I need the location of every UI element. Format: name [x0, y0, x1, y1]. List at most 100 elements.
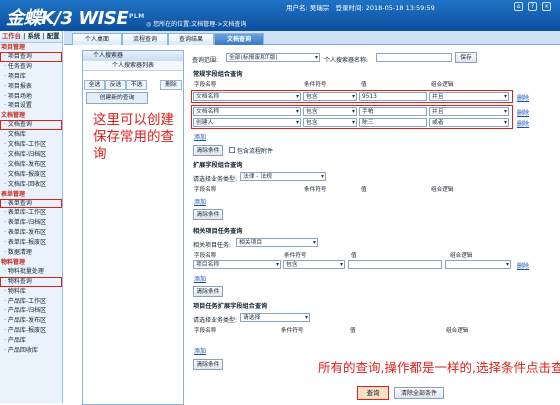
- attr-cond-select[interactable]: 包含: [303, 92, 357, 101]
- sidebar-item[interactable]: 文档库: [0, 130, 62, 140]
- deselect-button[interactable]: 不选: [126, 80, 147, 90]
- saved-search-title: 个人搜索器: [83, 51, 183, 61]
- sidebar-item[interactable]: 物料批量处理: [0, 267, 62, 277]
- search-button[interactable]: 查询: [357, 386, 389, 400]
- clear-all-button[interactable]: 清除全部条件: [394, 387, 444, 399]
- task-section-title: 项目任务扩展字段组合查询: [193, 303, 268, 310]
- attr-logic-select[interactable]: 并且: [429, 92, 509, 101]
- attr-field-select[interactable]: 文档名称: [193, 92, 301, 101]
- select-all-button[interactable]: 全选: [84, 80, 105, 90]
- sidebar-group[interactable]: 项目管理: [0, 43, 62, 52]
- scope-select[interactable]: 全部(标报废和T版): [226, 53, 320, 62]
- logout-icon[interactable]: ×: [542, 2, 551, 11]
- sidebar-item[interactable]: 项目库: [0, 72, 62, 82]
- sidebar-item[interactable]: 项目报表: [0, 82, 62, 92]
- attr-add-link[interactable]: 添加: [194, 132, 206, 141]
- task-clear-button[interactable]: 清除条件: [193, 359, 223, 370]
- scope-label: 查询范围:: [192, 57, 219, 64]
- save-button[interactable]: 保存: [455, 52, 477, 63]
- sidebar-tab-config[interactable]: 配置: [47, 33, 60, 40]
- attr-delete-link[interactable]: 删除: [517, 108, 529, 117]
- sidebar: 工作台 | 系统 | 配置 项目管理项目查询任务查询项目库项目报表项目场地项目设…: [0, 31, 63, 403]
- ext-type-select[interactable]: 法律 - 法规: [240, 172, 326, 181]
- sidebar-item[interactable]: 产品库-归档区: [0, 306, 62, 316]
- proj-value-input[interactable]: [348, 260, 442, 269]
- attr-delete-link[interactable]: 删除: [517, 119, 529, 128]
- sidebar-item[interactable]: 项目设置: [0, 101, 62, 111]
- tab-flow-query[interactable]: 流程查询: [122, 33, 168, 45]
- attr-delete-link[interactable]: 删除: [517, 93, 529, 102]
- proj-type-select[interactable]: 相关项目: [236, 238, 318, 247]
- sidebar-tab-system[interactable]: 系统: [28, 33, 41, 40]
- attr-cond-select[interactable]: 包含: [303, 107, 357, 116]
- ext-add-link[interactable]: 添加: [194, 197, 206, 206]
- tab-document-query[interactable]: 文档查询: [214, 33, 264, 45]
- task-add-link[interactable]: 添加: [194, 346, 206, 355]
- sidebar-group[interactable]: 物料管理: [0, 258, 62, 267]
- searcher-name-input[interactable]: [376, 53, 452, 62]
- breadcrumb-text: 您所在的位置:文档管理->文档查询: [153, 21, 247, 28]
- sidebar-item[interactable]: 表单查询: [0, 198, 62, 209]
- sidebar-item[interactable]: 文档查询: [0, 120, 62, 131]
- searcher-name-label: 个人搜索器名称:: [324, 57, 369, 64]
- attr-logic-select[interactable]: 并且: [429, 107, 509, 116]
- sidebar-item[interactable]: 产品库-报废区: [0, 326, 62, 336]
- annotation-search-instruction: 所有的查询,操作都是一样的,选择条件点击查询: [318, 360, 560, 375]
- sidebar-item[interactable]: 文档库-工作区: [0, 140, 62, 150]
- sidebar-group[interactable]: 表单管理: [0, 190, 62, 199]
- proj-section-title: 相关项目任务查询: [193, 228, 243, 235]
- breadcrumb: ◎ 您所在的位置:文档管理->文档查询: [146, 21, 247, 28]
- sidebar-item[interactable]: 表单库-报废区: [0, 238, 62, 248]
- attr-value-input[interactable]: 9513: [359, 92, 427, 101]
- proj-add-link[interactable]: 添加: [194, 274, 206, 283]
- sidebar-item[interactable]: 文档库-发布区: [0, 160, 62, 170]
- ext-col-val: 值: [361, 187, 367, 193]
- delete-saved-button[interactable]: 删除: [160, 80, 182, 90]
- invert-select-button[interactable]: 反选: [105, 80, 126, 90]
- attr-clear-button[interactable]: 清除条件: [193, 145, 223, 156]
- sidebar-item[interactable]: 文档库-归档区: [0, 150, 62, 160]
- include-flow-attachment-label: 包含流程附件: [237, 148, 274, 155]
- sidebar-tab-workbench[interactable]: 工作台: [2, 33, 21, 40]
- ext-clear-button[interactable]: 清除条件: [193, 209, 223, 220]
- attr-field-select[interactable]: 创建人: [193, 118, 301, 127]
- sidebar-item[interactable]: 物料查询: [0, 276, 62, 287]
- create-query-button[interactable]: 创建新的查询: [86, 92, 148, 104]
- attr-field-select[interactable]: 文档名称: [193, 107, 301, 116]
- sidebar-item[interactable]: 物料库: [0, 287, 62, 297]
- attr-cond-select[interactable]: 包含: [303, 118, 357, 127]
- proj-logic-select[interactable]: [445, 260, 511, 269]
- sidebar-group[interactable]: 文档管理: [0, 111, 62, 120]
- sidebar-item[interactable]: 任务查询: [0, 62, 62, 72]
- proj-field-select[interactable]: 项目名称: [193, 260, 281, 269]
- sidebar-item[interactable]: 产品库: [0, 336, 62, 346]
- sidebar-item[interactable]: 数据清理: [0, 248, 62, 258]
- proj-type-label: 相关项目任务:: [193, 242, 232, 249]
- attr-logic-select[interactable]: 或者: [429, 118, 509, 127]
- sidebar-item[interactable]: 表单库-归档区: [0, 218, 62, 228]
- home-icon[interactable]: ⌂: [514, 2, 523, 11]
- proj-clear-button[interactable]: 清除条件: [193, 286, 223, 297]
- sidebar-item[interactable]: 文档库-回收区: [0, 180, 62, 190]
- sidebar-item[interactable]: 项目查询: [0, 52, 62, 62]
- proj-col-cond: 条件符号: [284, 253, 307, 259]
- sidebar-item[interactable]: 项目场地: [0, 92, 62, 102]
- proj-col-field: 字段名称: [194, 253, 217, 259]
- sidebar-item[interactable]: 表单库-工作区: [0, 208, 62, 218]
- task-type-select[interactable]: 请选择: [240, 313, 310, 322]
- attr-value-input[interactable]: 陈三: [359, 118, 427, 127]
- proj-cond-select[interactable]: 包含: [283, 260, 345, 269]
- sidebar-item[interactable]: 产品库-工作区: [0, 297, 62, 307]
- attr-value-input[interactable]: 手帕: [359, 107, 427, 116]
- sidebar-item[interactable]: 产品库-发布区: [0, 316, 62, 326]
- help-icon[interactable]: ?: [528, 2, 537, 11]
- tab-query-result[interactable]: 查询结果: [168, 33, 214, 45]
- task-col-val: 值: [350, 328, 356, 334]
- sidebar-item[interactable]: 产品回收库: [0, 346, 62, 356]
- sidebar-item[interactable]: 表单库-发布区: [0, 228, 62, 238]
- tab-desktop[interactable]: 个人桌面: [72, 33, 122, 45]
- user-label: 用户名: 吴瑞宗: [286, 4, 330, 12]
- sidebar-item[interactable]: 文档库-报废区: [0, 170, 62, 180]
- include-flow-attachment-checkbox[interactable]: [229, 147, 235, 153]
- proj-delete-link[interactable]: 删除: [517, 261, 529, 270]
